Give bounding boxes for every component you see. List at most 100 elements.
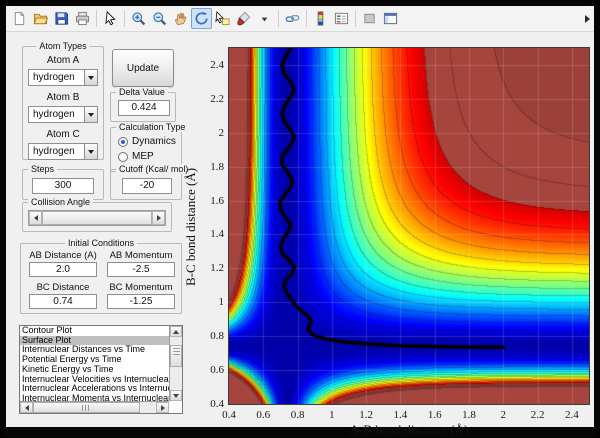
atom-label-1: Atom A (23, 55, 103, 66)
toolbar-separator (278, 10, 279, 27)
init-label-1: AB Distance (A) (29, 250, 97, 261)
figure-toolbar (6, 6, 594, 32)
list-item[interactable]: Internuclear Accelerations vs Internucle… (20, 384, 169, 394)
zoom-out-button[interactable] (149, 8, 170, 29)
steps-field[interactable]: 300 (32, 178, 94, 194)
slider-left-arrow[interactable] (29, 211, 42, 225)
list-item[interactable]: Potential Energy vs Time (20, 355, 169, 365)
x-tick-label: 0.6 (246, 409, 280, 421)
atom-dropdown-2[interactable]: hydrogen (28, 106, 98, 123)
list-item[interactable]: Internuclear Velocities vs Internuclear … (20, 375, 169, 385)
hide-plot-tools-button[interactable] (359, 8, 380, 29)
slider-thumb[interactable] (42, 211, 152, 225)
new-figure-button[interactable] (9, 8, 30, 29)
cursor-arrow-icon (103, 11, 118, 26)
delta-value-title: Delta Value (116, 87, 168, 97)
dropdown-arrow-icon[interactable] (84, 107, 97, 122)
atom-dropdown-3[interactable]: hydrogen (28, 143, 98, 160)
radio-selected-icon[interactable] (118, 137, 128, 147)
init-field-3[interactable]: 0.74 (29, 294, 97, 309)
atom-label-2: Atom B (23, 92, 103, 103)
atom-dropdown-value-3: hydrogen (33, 146, 75, 157)
delta-value-panel: Delta Value 0.424 (110, 92, 176, 122)
x-tick-label: 1.8 (452, 409, 486, 421)
data-cursor-button[interactable] (212, 8, 233, 29)
delta-value-field[interactable]: 0.424 (118, 100, 170, 116)
vertical-scroll-thumb[interactable] (170, 345, 182, 367)
new-doc-icon (12, 11, 27, 26)
initial-conditions-panel: Initial Conditions AB Distance (A)2.0AB … (20, 243, 182, 314)
update-button[interactable]: Update (112, 49, 174, 87)
y-tick-label: 2.4 (198, 59, 224, 71)
list-item[interactable]: Surface Plot (20, 336, 169, 346)
y-tick-label: 2.2 (198, 93, 224, 105)
y-tick-label: 1.2 (198, 262, 224, 274)
scroll-left-arrow[interactable] (20, 402, 33, 413)
atom-label-3: Atom C (23, 129, 103, 140)
cutoff-field[interactable]: -20 (122, 178, 172, 194)
atom-dropdown-value-1: hydrogen (33, 72, 75, 83)
show-plot-tools-button[interactable] (380, 8, 401, 29)
pes-contour-canvas[interactable] (229, 48, 589, 404)
scroll-up-arrow[interactable] (170, 326, 182, 337)
dropdown-arrow-icon[interactable] (84, 144, 97, 159)
slider-right-arrow[interactable] (152, 211, 165, 225)
toolbar-overflow-icon[interactable] (585, 15, 590, 23)
hand-icon (173, 11, 188, 26)
atom-dropdown-1[interactable]: hydrogen (28, 69, 98, 86)
insert-legend-button[interactable] (331, 8, 352, 29)
cutoff-panel: Cutoff (Kcal/ mol) -20 (110, 169, 182, 200)
link-plot-button[interactable] (282, 8, 303, 29)
list-item[interactable]: Internuclear Distances vs Time (20, 345, 169, 355)
legend-icon (334, 11, 349, 26)
brush-button[interactable] (233, 8, 254, 29)
toolbar-separator (124, 10, 125, 27)
collision-angle-slider[interactable] (28, 210, 166, 226)
caret-down-icon (257, 11, 272, 26)
scroll-down-arrow[interactable] (170, 390, 182, 401)
init-field-1[interactable]: 2.0 (29, 262, 97, 277)
zoom-in-button[interactable] (128, 8, 149, 29)
initial-conditions-title: Initial Conditions (65, 238, 137, 248)
save-figure-button[interactable] (51, 8, 72, 29)
pan-button[interactable] (170, 8, 191, 29)
x-tick-label: 2 (486, 409, 520, 421)
x-tick-label: 0.8 (281, 409, 315, 421)
x-tick-label: 2.4 (555, 409, 589, 421)
insert-colorbar-button[interactable] (310, 8, 331, 29)
dropdown-arrow-icon[interactable] (84, 70, 97, 85)
calculation-type-title: Calculation Type (116, 122, 188, 132)
rotate-3d-button[interactable] (191, 8, 212, 29)
print-figure-button[interactable] (72, 8, 93, 29)
x-tick-label: 1.2 (349, 409, 383, 421)
atom-fields: Atom A hydrogen Atom B hydrogen Atom C hydrog… (23, 47, 103, 160)
list-item[interactable]: Kinetic Energy vs Time (20, 365, 169, 375)
colorbar-icon (313, 11, 328, 26)
init-field-4[interactable]: -1.25 (107, 294, 175, 309)
brush-dropdown-button[interactable] (254, 8, 275, 29)
printer-icon (75, 11, 90, 26)
toolbar-separator (355, 10, 356, 27)
init-label-4: BC Momentum (107, 282, 175, 293)
open-folder-icon (33, 11, 48, 26)
x-tick-label: 1.4 (383, 409, 417, 421)
radio-option-dynamics[interactable]: Dynamics (118, 136, 181, 147)
radio-option-mep[interactable]: MEP (118, 151, 181, 162)
edit-plot-button[interactable] (100, 8, 121, 29)
radio-unselected-icon[interactable] (118, 152, 128, 162)
scroll-right-arrow[interactable] (156, 402, 169, 413)
x-axis-label: A-B bond distance (Å) (229, 422, 589, 438)
listbox-vertical-scrollbar[interactable] (169, 326, 182, 401)
listbox-horizontal-scrollbar[interactable] (20, 401, 169, 413)
init-field-2[interactable]: -2.5 (107, 262, 175, 277)
list-item[interactable]: Contour Plot (20, 326, 169, 336)
horizontal-scroll-thumb[interactable] (33, 402, 140, 413)
plot-type-listbox[interactable]: Contour PlotSurface PlotInternuclear Dis… (19, 325, 183, 414)
open-file-button[interactable] (30, 8, 51, 29)
link-icon (285, 11, 300, 26)
steps-panel: Steps 300 (22, 169, 104, 200)
atom-types-title: Atom Types (36, 41, 89, 51)
brush-icon (236, 11, 251, 26)
list-item[interactable]: Internuclear Momenta vs Internuclear Dis… (20, 394, 169, 401)
atom-dropdown-value-2: hydrogen (33, 109, 75, 120)
